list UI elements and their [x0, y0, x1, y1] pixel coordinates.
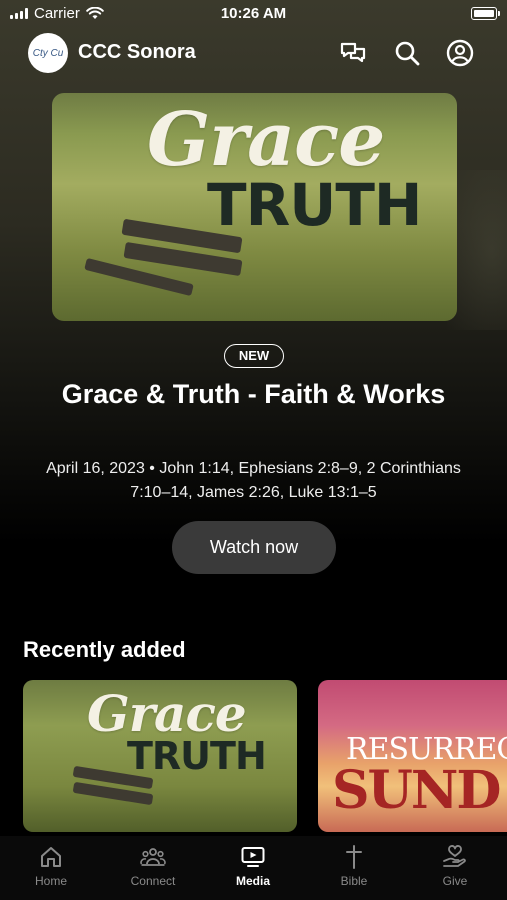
hero-artwork[interactable]: Grace TRUTH	[52, 93, 457, 321]
watch-now-button[interactable]: Watch now	[172, 521, 336, 574]
tab-label: Bible	[340, 874, 368, 888]
media-card[interactable]: Grace TRUTH	[23, 680, 297, 832]
battery-icon	[471, 7, 500, 20]
tab-home[interactable]: Home	[6, 844, 96, 888]
hero-title: Grace & Truth - Faith & Works	[61, 379, 446, 409]
hero-subtitle: April 16, 2023 • John 1:14, Ephesians 2:…	[46, 460, 461, 501]
tab-label: Home	[34, 874, 67, 888]
card-art-truth: TRUTH	[127, 734, 267, 778]
church-logo[interactable]: Cty Cu	[28, 33, 68, 73]
profile-icon[interactable]	[445, 38, 475, 68]
app-header: Cty Cu CCC Sonora	[0, 32, 507, 74]
recently-added-heading: Recently added	[23, 637, 186, 662]
media-tv-icon	[241, 847, 265, 867]
new-badge: NEW	[224, 344, 284, 368]
tab-media[interactable]: Media	[208, 844, 298, 888]
art-title-truth: TRUTH	[207, 171, 422, 239]
tab-label: Media	[235, 874, 270, 888]
status-time: 10:26 AM	[220, 5, 287, 22]
cross-icon	[346, 845, 362, 869]
tab-label: Connect	[130, 874, 176, 888]
give-heart-icon	[443, 845, 466, 867]
people-icon	[140, 848, 166, 866]
tab-bible[interactable]: Bible	[309, 844, 399, 888]
home-icon	[41, 847, 61, 867]
chat-icon[interactable]	[338, 38, 368, 68]
tab-label: Give	[442, 874, 468, 888]
app-title: CCC Sonora	[78, 41, 196, 63]
media-card[interactable]: RESURRECT SUND	[318, 680, 507, 832]
tab-connect[interactable]: Connect	[108, 844, 198, 888]
tab-give[interactable]: Give	[410, 844, 500, 888]
tab-bar: Home Connect Media Bible Give	[0, 836, 507, 900]
status-bar: Carrier 10:26 AM	[0, 0, 507, 30]
search-icon[interactable]	[392, 38, 422, 68]
card-art-sunday: SUND	[332, 760, 502, 821]
